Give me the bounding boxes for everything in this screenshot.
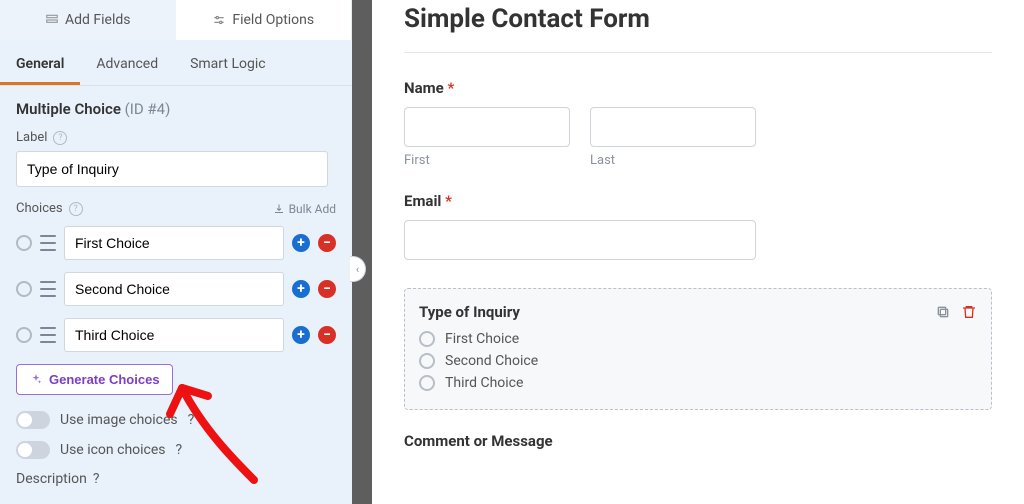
divider: [404, 52, 992, 53]
tab-add-fields-label: Add Fields: [65, 12, 131, 28]
subtab-general[interactable]: General: [0, 46, 80, 85]
toggle-image-choices[interactable]: [16, 411, 50, 429]
option-label: Second Choice: [445, 353, 538, 369]
label-input[interactable]: [16, 151, 328, 187]
option-row[interactable]: Second Choice: [419, 353, 977, 369]
toggle-icon-choices-row: Use icon choices ?: [16, 441, 336, 459]
help-icon[interactable]: ?: [93, 471, 100, 487]
first-name-input[interactable]: [404, 107, 570, 147]
inquiry-title: Type of Inquiry: [419, 303, 520, 321]
description-label: Description: [16, 471, 87, 487]
sidebar-sub-tabs: General Advanced Smart Logic: [0, 40, 352, 86]
toggle-icon-choices[interactable]: [16, 441, 50, 459]
last-name-col: Last: [590, 107, 756, 168]
field-type-name: Multiple Choice: [16, 100, 121, 118]
choice-default-radio[interactable]: [16, 281, 32, 297]
option-radio[interactable]: [419, 353, 435, 369]
email-input[interactable]: [404, 220, 756, 260]
tab-field-options-label: Field Options: [232, 12, 314, 28]
label-row: Label ?: [16, 130, 336, 145]
required-asterisk: *: [447, 79, 454, 97]
trash-icon[interactable]: [961, 304, 977, 320]
first-name-sublabel: First: [404, 153, 570, 168]
add-choice-button[interactable]: +: [292, 234, 310, 252]
field-id: (ID #4): [125, 100, 171, 118]
last-name-input[interactable]: [590, 107, 756, 147]
help-icon[interactable]: ?: [69, 202, 83, 216]
comment-label: Comment or Message: [404, 432, 992, 450]
choice-input[interactable]: [64, 318, 284, 352]
last-name-sublabel: Last: [590, 153, 756, 168]
choice-row: + −: [16, 272, 336, 306]
drag-handle-icon[interactable]: [40, 235, 56, 251]
first-name-col: First: [404, 107, 570, 168]
option-radio[interactable]: [419, 331, 435, 347]
toggle-image-choices-label: Use image choices: [60, 412, 178, 428]
selected-field-actions: [935, 304, 977, 320]
gutter: [352, 0, 372, 504]
form-preview: Simple Contact Form Name * First Last Em…: [372, 0, 1024, 504]
choice-row: + −: [16, 226, 336, 260]
field-title: Multiple Choice (ID #4): [16, 100, 336, 118]
email-label: Email *: [404, 192, 992, 210]
choices-header: Choices ? Bulk Add: [16, 201, 336, 216]
selected-field-header: Type of Inquiry: [419, 303, 977, 321]
sidebar-top-tabs: Add Fields Field Options: [0, 0, 352, 40]
drag-handle-icon[interactable]: [40, 327, 56, 343]
required-asterisk: *: [445, 192, 452, 210]
remove-choice-button[interactable]: −: [318, 234, 336, 252]
sparkle-icon: [29, 373, 43, 387]
option-radio[interactable]: [419, 375, 435, 391]
choice-input[interactable]: [64, 226, 284, 260]
option-row[interactable]: Third Choice: [419, 375, 977, 391]
remove-choice-button[interactable]: −: [318, 326, 336, 344]
toggle-image-choices-row: Use image choices ?: [16, 411, 336, 429]
option-row[interactable]: First Choice: [419, 331, 977, 347]
drag-handle-icon[interactable]: [40, 281, 56, 297]
help-icon[interactable]: ?: [188, 412, 195, 428]
download-icon: [273, 203, 285, 215]
tab-add-fields[interactable]: Add Fields: [0, 0, 176, 40]
sliders-icon: [212, 13, 226, 27]
selected-field-inquiry[interactable]: Type of Inquiry First Choice Second Choi…: [404, 288, 992, 410]
duplicate-icon[interactable]: [935, 304, 951, 320]
bulk-add-link[interactable]: Bulk Add: [273, 202, 336, 216]
add-choice-button[interactable]: +: [292, 280, 310, 298]
add-choice-button[interactable]: +: [292, 326, 310, 344]
help-icon[interactable]: ?: [53, 131, 67, 145]
choice-input[interactable]: [64, 272, 284, 306]
generate-choices-button[interactable]: Generate Choices: [16, 364, 173, 395]
email-row: [404, 220, 992, 260]
toggle-icon-choices-label: Use icon choices: [60, 442, 166, 458]
choice-row: + −: [16, 318, 336, 352]
label-label: Label: [16, 130, 47, 145]
remove-choice-button[interactable]: −: [318, 280, 336, 298]
name-row: First Last: [404, 107, 992, 168]
option-label: First Choice: [445, 331, 519, 347]
bulk-add-label: Bulk Add: [289, 202, 336, 216]
subtab-advanced[interactable]: Advanced: [80, 46, 174, 85]
subtab-smart-logic[interactable]: Smart Logic: [174, 46, 281, 85]
form-title: Simple Contact Form: [404, 4, 992, 34]
choice-default-radio[interactable]: [16, 235, 32, 251]
sidebar: Add Fields Field Options General Advance…: [0, 0, 352, 504]
fields-icon: [45, 13, 59, 27]
help-icon[interactable]: ?: [176, 442, 183, 458]
tab-field-options[interactable]: Field Options: [176, 0, 353, 40]
option-label: Third Choice: [445, 375, 523, 391]
choice-default-radio[interactable]: [16, 327, 32, 343]
description-row: Description ?: [16, 471, 336, 487]
name-label: Name *: [404, 79, 992, 97]
generate-choices-label: Generate Choices: [49, 372, 160, 387]
choices-label: Choices: [16, 201, 63, 216]
field-options-panel: Multiple Choice (ID #4) Label ? Choices …: [0, 86, 352, 487]
